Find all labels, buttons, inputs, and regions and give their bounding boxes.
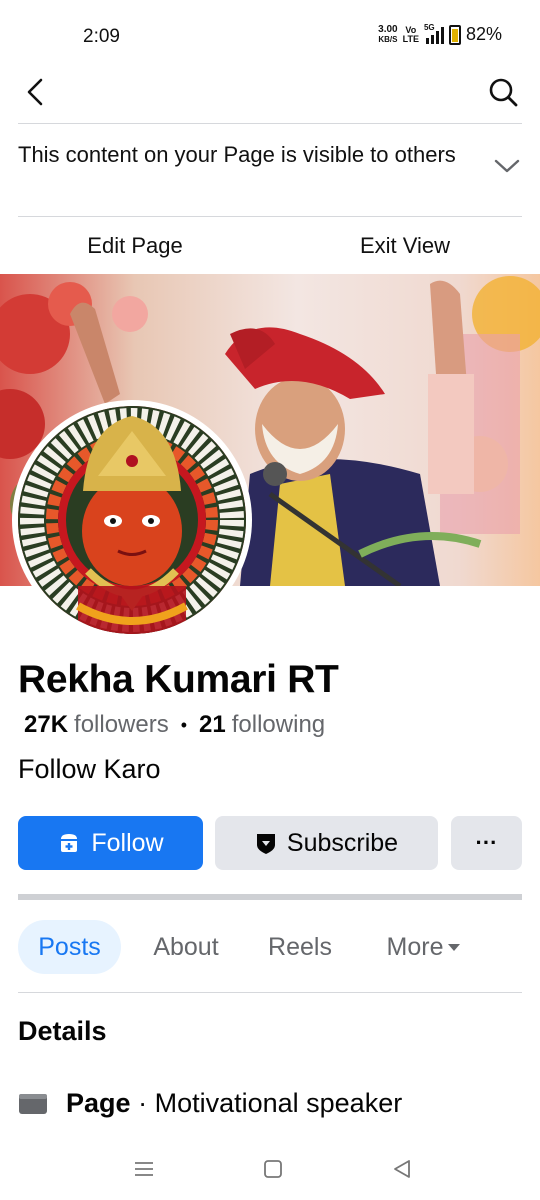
exit-view-button[interactable]: Exit View <box>270 218 540 274</box>
follow-page-icon <box>61 834 78 852</box>
edit-page-button[interactable]: Edit Page <box>0 218 270 274</box>
caret-down-icon <box>448 944 461 951</box>
battery-percent: 82% <box>465 24 502 44</box>
detail-category-label: Page <box>66 1088 131 1118</box>
visibility-notice[interactable]: This content on your Page is visible to … <box>18 140 522 204</box>
home-button[interactable] <box>258 1154 288 1184</box>
recent-apps-button[interactable] <box>129 1154 159 1184</box>
triangle-back-icon <box>394 1160 410 1178</box>
following-label[interactable]: following <box>232 711 325 739</box>
signal-icon: 5G <box>424 23 444 44</box>
detail-category: Page · Motivational speaker <box>18 1088 402 1119</box>
followers-label[interactable]: followers <box>74 711 169 739</box>
chevron-down-icon <box>494 159 520 173</box>
follow-label: Follow <box>91 828 164 857</box>
network-speed: 3.00 KB/S <box>378 23 398 44</box>
more-options-button[interactable]: ··· <box>451 816 522 870</box>
notice-text: This content on your Page is visible to … <box>18 142 456 167</box>
divider <box>18 992 522 993</box>
search-button[interactable] <box>483 72 523 112</box>
chevron-left-icon <box>27 78 43 106</box>
follow-button[interactable]: Follow <box>18 816 203 870</box>
subscribe-shield-icon <box>256 834 275 854</box>
page-actions: Edit Page Exit View <box>0 218 540 274</box>
profile-picture[interactable] <box>12 400 252 640</box>
tab-reels[interactable]: Reels <box>252 920 348 974</box>
back-nav-button[interactable] <box>387 1154 417 1184</box>
square-home-icon <box>264 1160 282 1178</box>
page-title: Rekha Kumari RT <box>18 658 339 701</box>
follow-stats: 27K followers • 21 following <box>24 711 325 739</box>
subscribe-button[interactable]: Subscribe <box>215 816 438 870</box>
detail-category-value: Motivational speaker <box>154 1088 403 1118</box>
section-divider <box>18 894 522 900</box>
tab-about[interactable]: About <box>136 920 236 974</box>
tab-more[interactable]: More <box>374 920 474 974</box>
tab-posts[interactable]: Posts <box>18 920 121 974</box>
top-nav <box>0 72 540 124</box>
followers-count: 27K <box>24 711 69 738</box>
details-heading: Details <box>18 1016 107 1046</box>
menu-lines-icon <box>135 1162 153 1176</box>
page-bio: Follow Karo <box>18 754 161 784</box>
divider <box>18 216 522 217</box>
volte-indicator: Vo LTE <box>402 24 419 44</box>
status-time: 2:09 <box>83 26 120 47</box>
tab-more-label: More <box>386 932 444 961</box>
system-nav-bar <box>0 1140 540 1200</box>
profile-tabs: Posts About Reels More <box>18 920 522 974</box>
detail-separator: · <box>138 1088 148 1118</box>
status-icons: 3.00 KB/S Vo LTE 5G 82% <box>378 23 502 45</box>
search-icon <box>489 78 518 107</box>
battery-icon <box>448 24 461 45</box>
page-flag-icon <box>19 1093 47 1114</box>
profile-image <box>18 406 246 634</box>
stats-separator: • <box>180 714 188 735</box>
status-bar: 2:09 3.00 KB/S Vo LTE 5G 82% <box>0 0 540 72</box>
subscribe-label: Subscribe <box>286 828 399 857</box>
back-button[interactable] <box>15 72 55 112</box>
divider <box>18 123 522 124</box>
following-count: 21 <box>199 711 226 738</box>
